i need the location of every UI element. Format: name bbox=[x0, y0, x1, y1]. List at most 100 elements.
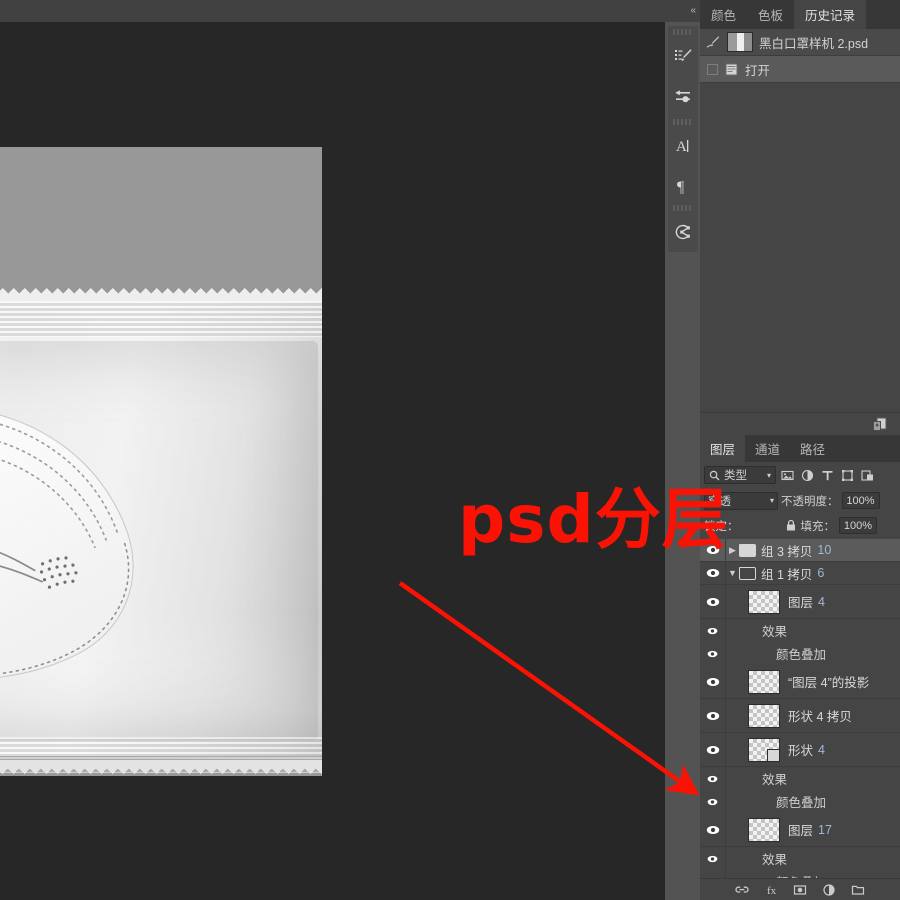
rail-drag-handle-2[interactable] bbox=[673, 119, 693, 125]
history-state-row[interactable]: 打开 bbox=[700, 56, 900, 83]
chevron-down-icon: ▾ bbox=[766, 470, 771, 480]
visibility-toggle-4[interactable] bbox=[700, 665, 726, 698]
visibility-toggle-7[interactable] bbox=[700, 813, 726, 846]
effects-row-2[interactable]: 效果 bbox=[700, 767, 900, 790]
photoshop-window: « A ¶ 颜色 色板 历史记录 黑白口罩样机 2.psd 打开 图层 通道 路… bbox=[0, 0, 900, 900]
lock-row: 锁定： 填充： 100% bbox=[700, 513, 900, 538]
effect-item-label-2: 颜色叠加 bbox=[776, 796, 827, 810]
mask-pouch-mockup bbox=[0, 288, 322, 774]
smartobject-filter-icon[interactable] bbox=[861, 469, 874, 482]
effects-visibility-toggle-3[interactable] bbox=[700, 847, 726, 870]
layer-row-tuceng-4[interactable]: 图层 4 bbox=[700, 585, 900, 619]
pixel-filter-icon[interactable] bbox=[781, 469, 794, 482]
rail-drag-handle-3[interactable] bbox=[673, 205, 693, 211]
layer-number-5: 17 bbox=[818, 822, 832, 837]
eye-icon-5 bbox=[706, 711, 719, 720]
eye-icon-2 bbox=[706, 569, 719, 577]
fill-label: 填充： bbox=[800, 520, 836, 533]
type-filter-icon[interactable] bbox=[821, 469, 834, 482]
blend-mode-row: 穿透 ▾ 不透明度： 100% bbox=[700, 488, 900, 513]
layer-style-icon[interactable]: fx bbox=[764, 883, 778, 897]
tab-history[interactable]: 历史记录 bbox=[794, 0, 867, 29]
effects-visibility-toggle-2[interactable] bbox=[700, 767, 726, 790]
eye-icon-small-4 bbox=[707, 798, 718, 805]
link-layers-icon[interactable] bbox=[735, 883, 749, 897]
svg-text:¶: ¶ bbox=[677, 179, 685, 196]
visibility-toggle-2[interactable] bbox=[700, 562, 726, 584]
visibility-toggle-5[interactable] bbox=[700, 699, 726, 732]
pouch-top-crimp bbox=[0, 301, 322, 337]
effect-item-visibility-toggle[interactable] bbox=[700, 642, 726, 665]
history-panel: 颜色 色板 历史记录 黑白口罩样机 2.psd 打开 bbox=[700, 0, 900, 435]
history-state-checkbox[interactable] bbox=[707, 63, 718, 75]
svg-text:fx: fx bbox=[767, 885, 777, 897]
layer-row-group-3-copy[interactable]: ▶ 组 3 拷贝 10 bbox=[700, 539, 900, 562]
effects-visibility-toggle[interactable] bbox=[700, 619, 726, 642]
effect-item-row[interactable]: 颜色叠加 bbox=[700, 642, 900, 665]
eye-icon-small-2 bbox=[707, 650, 718, 657]
tab-paths[interactable]: 路径 bbox=[790, 435, 836, 462]
path-node-icon[interactable] bbox=[668, 212, 698, 252]
opacity-label: 不透明度： bbox=[781, 495, 839, 508]
brush-presets-icon[interactable] bbox=[668, 36, 698, 76]
character-panel-icon[interactable]: A bbox=[668, 126, 698, 166]
layer-row-tuceng-4-shadow[interactable]: “图层 4”的投影 bbox=[700, 665, 900, 699]
eye-icon-small bbox=[707, 627, 718, 634]
history-snapshot-row[interactable]: 黑白口罩样机 2.psd bbox=[700, 29, 900, 56]
effect-item-row-2[interactable]: 颜色叠加 bbox=[700, 790, 900, 813]
tab-layers[interactable]: 图层 bbox=[700, 435, 746, 462]
respirator-mask-svg bbox=[0, 407, 134, 681]
layer-thumbnail-3 bbox=[748, 703, 780, 728]
opacity-value[interactable]: 100% bbox=[841, 492, 880, 509]
eye-icon-4 bbox=[706, 677, 719, 686]
layers-panel-footer: fx bbox=[700, 878, 900, 900]
layer-row-shape-4-copy[interactable]: 形状 4 拷贝 bbox=[700, 699, 900, 733]
layers-tabbar: 图层 通道 路径 bbox=[700, 435, 900, 462]
visibility-toggle-3[interactable] bbox=[700, 585, 726, 618]
layer-row-tuceng-17[interactable]: 图层 17 bbox=[700, 813, 900, 847]
new-group-icon[interactable] bbox=[851, 883, 865, 897]
paragraph-panel-icon[interactable]: ¶ bbox=[668, 166, 698, 206]
tab-channels[interactable]: 通道 bbox=[745, 435, 791, 462]
new-document-from-state-icon[interactable] bbox=[871, 416, 888, 433]
effects-row[interactable]: 效果 bbox=[700, 619, 900, 642]
visibility-toggle-6[interactable] bbox=[700, 733, 726, 766]
add-mask-icon[interactable] bbox=[793, 883, 807, 897]
rail-collapse-handle[interactable]: « bbox=[665, 0, 700, 22]
tab-color[interactable]: 颜色 bbox=[700, 0, 748, 29]
rail-group-brush bbox=[668, 26, 698, 116]
adjustment-filter-icon[interactable] bbox=[801, 469, 814, 482]
adjustment-layer-icon[interactable] bbox=[822, 883, 836, 897]
effects-row-3[interactable]: 效果 bbox=[700, 847, 900, 870]
annotation-text: psd分层 bbox=[458, 481, 729, 558]
effect-item-label: 颜色叠加 bbox=[776, 648, 827, 662]
eye-icon-small-5 bbox=[707, 855, 718, 862]
pouch-bottom-serration bbox=[0, 760, 322, 774]
shape-filter-icon[interactable] bbox=[841, 469, 854, 482]
layer-name: 组 3 拷贝 bbox=[761, 544, 813, 559]
history-tabbar: 颜色 色板 历史记录 bbox=[700, 0, 900, 29]
layer-name-5: 形状 4 拷贝 bbox=[788, 710, 852, 724]
layer-name-2: 组 1 拷贝 bbox=[761, 567, 813, 582]
brush-settings-icon[interactable] bbox=[668, 76, 698, 116]
layers-panel: 图层 通道 路径 类型 ▾ 穿透 ▾ 不透明度： 100% 锁定： 填充： 10… bbox=[700, 435, 900, 900]
eye-icon-small-3 bbox=[707, 775, 718, 782]
chevron-down-icon-3[interactable]: ▼ bbox=[726, 568, 739, 578]
document-canvas[interactable] bbox=[0, 147, 322, 776]
effect-item-visibility-toggle-2[interactable] bbox=[700, 790, 726, 813]
layer-list[interactable]: ▶ 组 3 拷贝 10 ▼ 组 1 拷贝 6 图层 4 效果 颜色叠加 “图层 … bbox=[700, 539, 900, 900]
folder-open-icon bbox=[739, 566, 756, 580]
layer-thumbnail-4 bbox=[748, 737, 780, 762]
fill-value[interactable]: 100% bbox=[839, 517, 877, 534]
layer-row-group-1-copy[interactable]: ▼ 组 1 拷贝 6 bbox=[700, 562, 900, 585]
history-state-list: 黑白口罩样机 2.psd 打开 bbox=[700, 29, 900, 412]
rail-drag-handle[interactable] bbox=[673, 29, 693, 35]
lock-icon[interactable] bbox=[785, 519, 797, 532]
layer-row-shape-4[interactable]: 形状 4 bbox=[700, 733, 900, 767]
layer-thumbnail-5 bbox=[748, 817, 780, 842]
tab-swatches[interactable]: 色板 bbox=[747, 0, 795, 29]
layer-number-3: 4 bbox=[818, 594, 825, 609]
layer-number-2: 6 bbox=[817, 566, 825, 580]
layer-filter-row: 类型 ▾ bbox=[700, 462, 900, 488]
right-dock: 颜色 色板 历史记录 黑白口罩样机 2.psd 打开 图层 通道 路径 类型 ▾… bbox=[700, 0, 900, 900]
